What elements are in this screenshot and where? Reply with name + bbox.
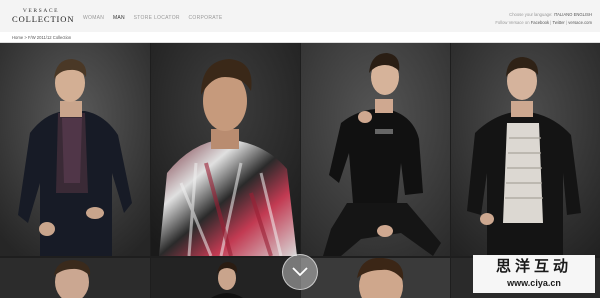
site-header: VERSACE COLLECTION WOMAN MAN STORE LOCAT… — [0, 0, 600, 32]
look-tile-7[interactable] — [301, 258, 450, 298]
breadcrumb-current: F/W 2011/12 Collection — [27, 35, 72, 40]
language-row: Choose your language: ITALIANO ENGLISH — [495, 11, 592, 19]
chevron-down-icon — [292, 267, 308, 277]
look-tile-1[interactable] — [0, 43, 150, 256]
look-photo-1 — [0, 43, 150, 256]
nav-woman[interactable]: WOMAN — [83, 15, 104, 21]
nav-corporate[interactable]: CORPORATE — [189, 15, 223, 21]
nav-man[interactable]: MAN — [113, 15, 125, 21]
language-english[interactable]: ENGLISH — [574, 12, 592, 17]
watermark: 思洋互动 www.ciya.cn — [473, 255, 595, 293]
language-italiano[interactable]: ITALIANO — [554, 12, 573, 17]
breadcrumb-home[interactable]: Home — [12, 35, 23, 40]
look-photo-4 — [451, 43, 600, 256]
breadcrumb-bar: Home > F/W 2011/12 Collection — [0, 32, 600, 43]
logo-bottom-text: COLLECTION — [12, 14, 75, 24]
look-photo-3 — [301, 43, 450, 256]
breadcrumb-separator: > — [24, 35, 27, 40]
main-nav: WOMAN MAN STORE LOCATOR CORPORATE — [83, 15, 230, 21]
look-tile-6[interactable] — [151, 258, 300, 298]
versace-logo[interactable]: VERSACE COLLECTION — [12, 8, 75, 25]
look-tile-5[interactable] — [0, 258, 150, 298]
look-photo-5 — [0, 258, 150, 298]
look-tile-2[interactable] — [151, 43, 300, 256]
look-tile-3[interactable] — [301, 43, 450, 256]
watermark-url: www.ciya.cn — [507, 278, 561, 288]
social-separator: | — [565, 20, 568, 25]
social-label: Follow Versace on — [495, 20, 530, 25]
nav-store-locator[interactable]: STORE LOCATOR — [134, 15, 180, 21]
social-row: Follow Versace on Facebook | Twitter | v… — [495, 19, 592, 27]
language-label: Choose your language: — [509, 12, 553, 17]
look-tile-4[interactable] — [451, 43, 600, 256]
site-link[interactable]: versace.com — [568, 20, 592, 25]
breadcrumb: Home > F/W 2011/12 Collection — [12, 35, 71, 40]
twitter-link[interactable]: Twitter — [552, 20, 564, 25]
look-photo-7 — [301, 258, 450, 298]
scroll-down-button[interactable] — [282, 254, 318, 290]
watermark-chinese: 思洋互动 — [495, 258, 572, 275]
look-photo-2 — [151, 43, 300, 256]
utility-links: Choose your language: ITALIANO ENGLISH F… — [495, 11, 592, 27]
look-photo-6 — [151, 258, 300, 298]
facebook-link[interactable]: Facebook — [531, 20, 549, 25]
